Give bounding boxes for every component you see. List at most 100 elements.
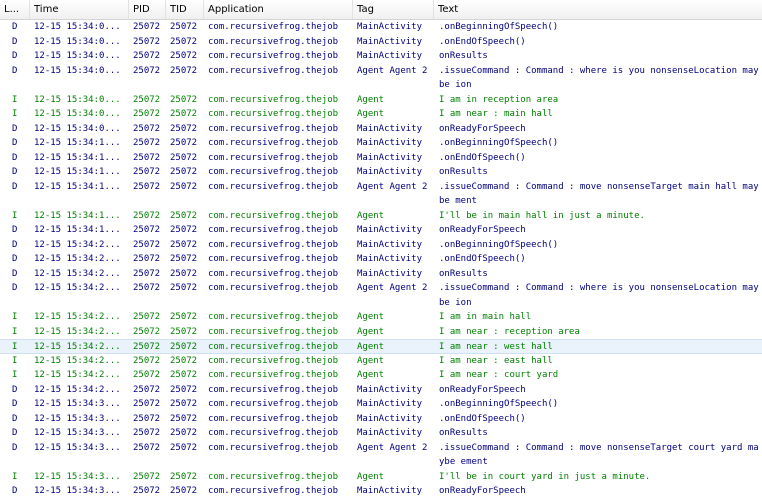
log-level: D — [12, 283, 18, 293]
log-application: com.recursivefrog.thejob — [208, 167, 339, 177]
log-row[interactable]: D 12-15 15:34:0... 25072 25072 com.recursive… — [0, 35, 762, 50]
log-tid: 25072 — [170, 36, 198, 47]
log-row[interactable]: D 12-15 15:34:1... 25072 25072 com.recursive… — [0, 136, 762, 151]
log-time: 12-15 15:34:2... — [34, 355, 121, 366]
log-text: .onEndOfSpeech() — [439, 152, 526, 163]
log-row[interactable]: I 12-15 15:34:2... 25072 25072 com.recursive… — [0, 310, 762, 325]
log-level: D — [12, 181, 18, 192]
log-text: .onBeginningOfSpeech() — [439, 22, 559, 32]
log-pid: 25072 — [133, 370, 161, 380]
logcat-message-list[interactable]: D 12-15 15:34:0... 25072 25072 com.recursive… — [0, 20, 762, 499]
column-header-time[interactable]: Time — [30, 0, 129, 19]
log-row[interactable]: I 12-15 15:34:0... 25072 25072 com.recursive… — [0, 93, 762, 108]
log-level: D — [12, 123, 18, 134]
log-row[interactable]: D 12-15 15:34:1... 25072 25072 com.recursive… — [0, 151, 762, 166]
column-header-tag[interactable]: Tag — [353, 0, 434, 19]
log-pid: 25072 — [133, 36, 161, 47]
log-row[interactable]: I 12-15 15:34:3... 25072 25072 com.recursive… — [0, 470, 762, 485]
column-header-text[interactable]: Text — [434, 0, 762, 19]
log-application: com.recursivefrog.thejob — [208, 152, 339, 163]
column-header-application[interactable]: Application — [204, 0, 353, 19]
log-row[interactable]: D 12-15 15:34:2... 25072 25072 com.recursive… — [0, 238, 762, 253]
log-text: .issueCommand : Command : where is you n… — [439, 65, 759, 91]
log-row[interactable]: D 12-15 15:34:0... 25072 25072 com.recursive… — [0, 20, 762, 35]
column-header-level[interactable]: L... — [0, 0, 30, 19]
log-level: D — [12, 268, 18, 279]
log-row[interactable]: I 12-15 15:34:2... 25072 25072 com.recursive… — [0, 325, 762, 340]
log-pid: 25072 — [133, 94, 161, 105]
log-row[interactable]: D 12-15 15:34:2... 25072 25072 com.recursive… — [0, 267, 762, 282]
log-time: 12-15 15:34:3... — [34, 413, 121, 424]
log-application: com.recursivefrog.thejob — [208, 123, 339, 134]
log-application: com.recursivefrog.thejob — [208, 138, 339, 148]
log-row[interactable]: D 12-15 15:34:1... 25072 25072 com.recursive… — [0, 180, 762, 209]
log-row[interactable]: D 12-15 15:34:3... 25072 25072 com.recursive… — [0, 397, 762, 412]
log-level: I — [12, 342, 18, 352]
log-row[interactable]: D 12-15 15:34:3... 25072 25072 com.recursive… — [0, 484, 762, 499]
log-tag: MainActivity — [357, 123, 423, 134]
log-row[interactable]: D 12-15 15:34:0... 25072 25072 com.recursive… — [0, 122, 762, 137]
log-application: com.recursivefrog.thejob — [208, 225, 339, 235]
log-tag: Agent — [357, 355, 385, 366]
log-tid: 25072 — [170, 486, 198, 496]
log-pid: 25072 — [133, 442, 161, 453]
log-level: D — [12, 225, 18, 235]
log-pid: 25072 — [133, 210, 161, 221]
log-pid: 25072 — [133, 268, 161, 279]
log-tid: 25072 — [170, 384, 198, 395]
log-level: D — [12, 384, 18, 395]
log-tag: MainActivity — [357, 167, 423, 177]
log-time: 12-15 15:34:2... — [34, 239, 121, 250]
log-tag: MainActivity — [357, 413, 423, 424]
log-row[interactable]: D 12-15 15:34:0... 25072 25072 com.recursive… — [0, 64, 762, 93]
log-text: I'll be in main hall in just a minute. — [439, 210, 645, 221]
log-time: 12-15 15:34:3... — [34, 442, 121, 453]
log-tid: 25072 — [170, 109, 198, 119]
log-row[interactable]: I 12-15 15:34:2... 25072 25072 com.recursive… — [0, 368, 762, 383]
log-time: 12-15 15:34:2... — [34, 268, 121, 279]
log-pid: 25072 — [133, 384, 161, 395]
log-tid: 25072 — [170, 254, 198, 264]
log-row[interactable]: I 12-15 15:34:2... 25072 25072 com.recursive… — [0, 354, 762, 369]
column-header-pid[interactable]: PID — [129, 0, 166, 19]
log-tid: 25072 — [170, 268, 198, 279]
log-row[interactable]: D 12-15 15:34:2... 25072 25072 com.recursive… — [0, 383, 762, 398]
log-row[interactable]: D 12-15 15:34:2... 25072 25072 com.recursive… — [0, 252, 762, 267]
log-row[interactable]: D 12-15 15:34:1... 25072 25072 com.recursive… — [0, 223, 762, 238]
log-row[interactable]: I 12-15 15:34:1... 25072 25072 com.recursive… — [0, 209, 762, 224]
log-tag: MainActivity — [357, 239, 423, 250]
log-level: D — [12, 65, 18, 76]
log-application: com.recursivefrog.thejob — [208, 312, 339, 322]
log-row[interactable]: D 12-15 15:34:3... 25072 25072 com.recursive… — [0, 441, 762, 470]
log-tag: MainActivity — [357, 225, 423, 235]
log-tid: 25072 — [170, 399, 198, 409]
log-time: 12-15 15:34:3... — [34, 428, 121, 438]
log-row[interactable]: D 12-15 15:34:2... 25072 25072 com.recursive… — [0, 281, 762, 310]
log-text: I am in main hall — [439, 312, 532, 322]
log-row[interactable]: D 12-15 15:34:3... 25072 25072 com.recursive… — [0, 426, 762, 441]
log-level: I — [12, 471, 18, 482]
log-row[interactable]: D 12-15 15:34:1... 25072 25072 com.recursive… — [0, 165, 762, 180]
column-header-tid[interactable]: TID — [166, 0, 204, 19]
log-text: I am near : court yard — [439, 370, 559, 380]
log-row[interactable]: D 12-15 15:34:0... 25072 25072 com.recursive… — [0, 49, 762, 64]
log-time: 12-15 15:34:3... — [34, 486, 121, 496]
log-application: com.recursivefrog.thejob — [208, 181, 339, 192]
log-tid: 25072 — [170, 442, 198, 453]
log-text: I am near : reception area — [439, 326, 580, 337]
log-application: com.recursivefrog.thejob — [208, 442, 339, 453]
log-pid: 25072 — [133, 428, 161, 438]
log-row[interactable]: I 12-15 15:34:0... 25072 25072 com.recursive… — [0, 107, 762, 122]
log-text: .issueCommand : Command : move nonsenseT… — [439, 181, 759, 207]
log-row[interactable]: I 12-15 15:34:2... 25072 25072 com.recursive… — [0, 339, 762, 354]
log-text: .onBeginningOfSpeech() — [439, 239, 559, 250]
log-tid: 25072 — [170, 428, 198, 438]
log-pid: 25072 — [133, 239, 161, 250]
log-application: com.recursivefrog.thejob — [208, 355, 339, 366]
log-level: I — [12, 355, 18, 366]
log-application: com.recursivefrog.thejob — [208, 399, 339, 409]
log-row[interactable]: D 12-15 15:34:3... 25072 25072 com.recursive… — [0, 412, 762, 427]
log-pid: 25072 — [133, 123, 161, 134]
log-application: com.recursivefrog.thejob — [208, 109, 339, 119]
log-time: 12-15 15:34:0... — [34, 36, 121, 47]
